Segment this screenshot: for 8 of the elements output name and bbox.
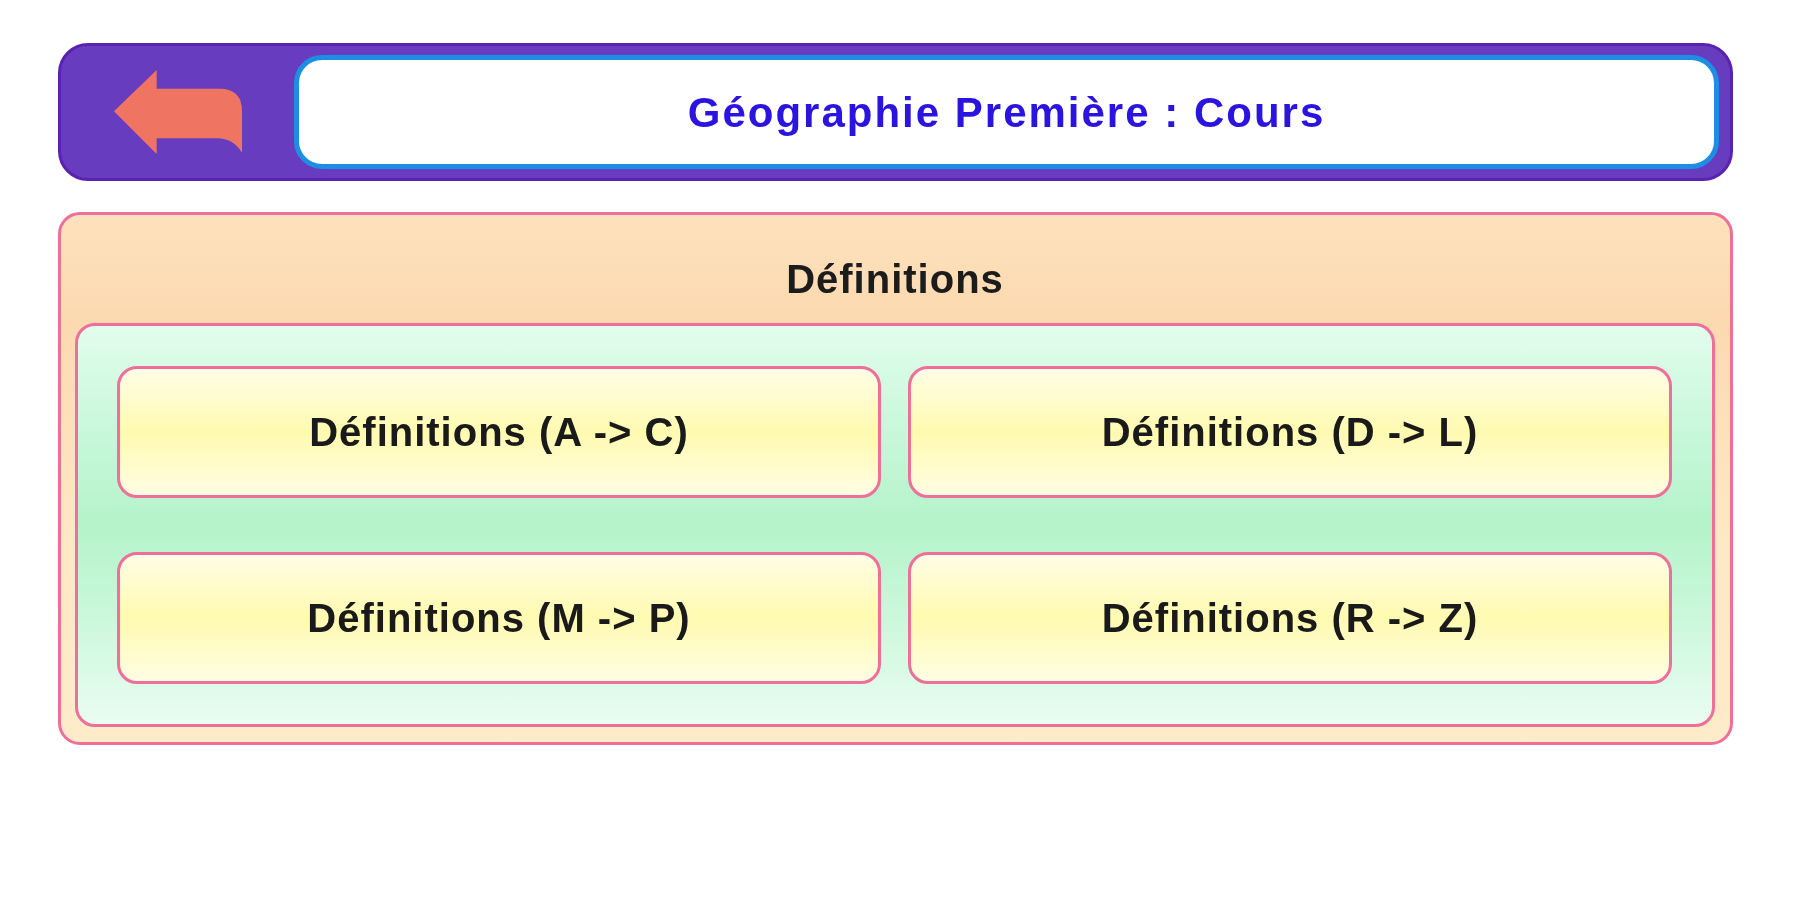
definition-button[interactable]: Définitions (A -> C) (117, 366, 881, 498)
definition-button[interactable]: Définitions (R -> Z) (908, 552, 1672, 684)
section-title: Définitions (786, 256, 1004, 303)
definition-button[interactable]: Définitions (M -> P) (117, 552, 881, 684)
definition-button[interactable]: Définitions (D -> L) (908, 366, 1672, 498)
return-arrow-icon (113, 70, 242, 154)
page-title: Géographie Première : Cours (687, 87, 1326, 138)
back-button[interactable] (113, 70, 242, 154)
